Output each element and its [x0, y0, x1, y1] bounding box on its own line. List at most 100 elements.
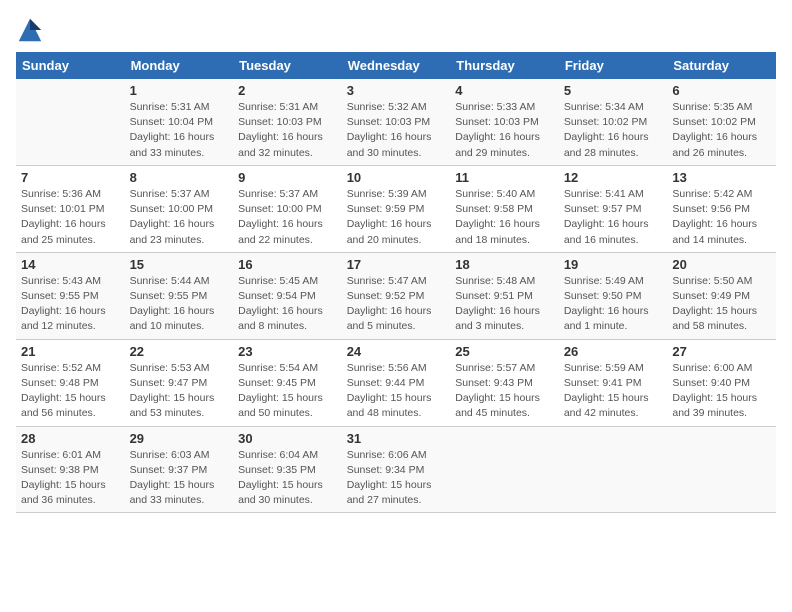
day-info: Sunrise: 6:03 AM Sunset: 9:37 PM Dayligh…: [130, 448, 229, 509]
day-info: Sunrise: 5:44 AM Sunset: 9:55 PM Dayligh…: [130, 274, 229, 335]
day-number: 9: [238, 170, 337, 185]
day-number: 12: [564, 170, 663, 185]
day-cell: 4 Sunrise: 5:33 AM Sunset: 10:03 PM Dayli…: [450, 79, 559, 165]
day-cell: 19 Sunrise: 5:49 AM Sunset: 9:50 PM Dayli…: [559, 252, 668, 339]
day-cell: 2 Sunrise: 5:31 AM Sunset: 10:03 PM Dayli…: [233, 79, 342, 165]
day-info: Sunrise: 5:35 AM Sunset: 10:02 PM Daylig…: [672, 100, 771, 161]
day-info: Sunrise: 5:56 AM Sunset: 9:44 PM Dayligh…: [347, 361, 446, 422]
day-number: 26: [564, 344, 663, 359]
col-header-sunday: Sunday: [16, 52, 125, 79]
day-number: 31: [347, 431, 446, 446]
day-info: Sunrise: 5:50 AM Sunset: 9:49 PM Dayligh…: [672, 274, 771, 335]
day-number: 2: [238, 83, 337, 98]
day-cell: 20 Sunrise: 5:50 AM Sunset: 9:49 PM Dayli…: [667, 252, 776, 339]
day-info: Sunrise: 5:43 AM Sunset: 9:55 PM Dayligh…: [21, 274, 120, 335]
day-info: Sunrise: 5:53 AM Sunset: 9:47 PM Dayligh…: [130, 361, 229, 422]
day-info: Sunrise: 5:31 AM Sunset: 10:04 PM Daylig…: [130, 100, 229, 161]
day-cell: 27 Sunrise: 6:00 AM Sunset: 9:40 PM Dayli…: [667, 339, 776, 426]
day-cell: 22Sunrise: 5:53 AM Sunset: 9:47 PM Dayli…: [125, 339, 234, 426]
day-cell: [450, 426, 559, 513]
day-cell: 10Sunrise: 5:39 AM Sunset: 9:59 PM Dayli…: [342, 165, 451, 252]
day-cell: 9 Sunrise: 5:37 AM Sunset: 10:00 PM Dayli…: [233, 165, 342, 252]
day-number: 17: [347, 257, 446, 272]
day-cell: [667, 426, 776, 513]
day-cell: 26 Sunrise: 5:59 AM Sunset: 9:41 PM Dayli…: [559, 339, 668, 426]
day-number: 18: [455, 257, 554, 272]
day-cell: 25Sunrise: 5:57 AM Sunset: 9:43 PM Dayli…: [450, 339, 559, 426]
day-cell: 7 Sunrise: 5:36 AM Sunset: 10:01 PM Dayli…: [16, 165, 125, 252]
day-number: 14: [21, 257, 120, 272]
day-info: Sunrise: 5:37 AM Sunset: 10:00 PM Daylig…: [238, 187, 337, 248]
day-info: Sunrise: 6:00 AM Sunset: 9:40 PM Dayligh…: [672, 361, 771, 422]
day-info: Sunrise: 5:37 AM Sunset: 10:00 PM Daylig…: [130, 187, 229, 248]
page-header: [16, 16, 776, 44]
col-header-saturday: Saturday: [667, 52, 776, 79]
day-cell: 18 Sunrise: 5:48 AM Sunset: 9:51 PM Dayli…: [450, 252, 559, 339]
day-cell: 14 Sunrise: 5:43 AM Sunset: 9:55 PM Dayli…: [16, 252, 125, 339]
day-cell: [559, 426, 668, 513]
logo-icon: [16, 16, 44, 44]
week-row-5: 28Sunrise: 6:01 AM Sunset: 9:38 PM Dayli…: [16, 426, 776, 513]
day-number: 23: [238, 344, 337, 359]
week-row-2: 7 Sunrise: 5:36 AM Sunset: 10:01 PM Dayli…: [16, 165, 776, 252]
day-cell: 30 Sunrise: 6:04 AM Sunset: 9:35 PM Dayli…: [233, 426, 342, 513]
day-cell: 17 Sunrise: 5:47 AM Sunset: 9:52 PM Dayli…: [342, 252, 451, 339]
day-info: Sunrise: 5:31 AM Sunset: 10:03 PM Daylig…: [238, 100, 337, 161]
day-number: 20: [672, 257, 771, 272]
day-cell: 8 Sunrise: 5:37 AM Sunset: 10:00 PM Dayli…: [125, 165, 234, 252]
day-info: Sunrise: 5:59 AM Sunset: 9:41 PM Dayligh…: [564, 361, 663, 422]
day-number: 27: [672, 344, 771, 359]
day-number: 15: [130, 257, 229, 272]
logo: [16, 16, 48, 44]
day-info: Sunrise: 5:34 AM Sunset: 10:02 PM Daylig…: [564, 100, 663, 161]
day-number: 13: [672, 170, 771, 185]
day-number: 10: [347, 170, 446, 185]
week-row-1: 1 Sunrise: 5:31 AM Sunset: 10:04 PM Dayli…: [16, 79, 776, 165]
day-number: 5: [564, 83, 663, 98]
day-info: Sunrise: 5:36 AM Sunset: 10:01 PM Daylig…: [21, 187, 120, 248]
day-info: Sunrise: 5:42 AM Sunset: 9:56 PM Dayligh…: [672, 187, 771, 248]
day-cell: [16, 79, 125, 165]
day-info: Sunrise: 5:47 AM Sunset: 9:52 PM Dayligh…: [347, 274, 446, 335]
day-cell: 21 Sunrise: 5:52 AM Sunset: 9:48 PM Dayli…: [16, 339, 125, 426]
day-number: 30: [238, 431, 337, 446]
day-number: 16: [238, 257, 337, 272]
day-number: 6: [672, 83, 771, 98]
day-cell: 15 Sunrise: 5:44 AM Sunset: 9:55 PM Dayli…: [125, 252, 234, 339]
col-header-wednesday: Wednesday: [342, 52, 451, 79]
day-info: Sunrise: 5:45 AM Sunset: 9:54 PM Dayligh…: [238, 274, 337, 335]
day-number: 25: [455, 344, 554, 359]
day-number: 24: [347, 344, 446, 359]
col-header-monday: Monday: [125, 52, 234, 79]
day-info: Sunrise: 5:33 AM Sunset: 10:03 PM Daylig…: [455, 100, 554, 161]
day-number: 7: [21, 170, 120, 185]
day-cell: 11 Sunrise: 5:40 AM Sunset: 9:58 PM Dayli…: [450, 165, 559, 252]
day-number: 21: [21, 344, 120, 359]
col-header-tuesday: Tuesday: [233, 52, 342, 79]
col-header-thursday: Thursday: [450, 52, 559, 79]
day-number: 8: [130, 170, 229, 185]
day-number: 1: [130, 83, 229, 98]
day-cell: 6 Sunrise: 5:35 AM Sunset: 10:02 PM Dayli…: [667, 79, 776, 165]
day-number: 3: [347, 83, 446, 98]
day-info: Sunrise: 5:32 AM Sunset: 10:03 PM Daylig…: [347, 100, 446, 161]
day-cell: 28Sunrise: 6:01 AM Sunset: 9:38 PM Dayli…: [16, 426, 125, 513]
day-cell: 24 Sunrise: 5:56 AM Sunset: 9:44 PM Dayli…: [342, 339, 451, 426]
day-cell: 29Sunrise: 6:03 AM Sunset: 9:37 PM Dayli…: [125, 426, 234, 513]
day-info: Sunrise: 6:06 AM Sunset: 9:34 PM Dayligh…: [347, 448, 446, 509]
day-info: Sunrise: 5:40 AM Sunset: 9:58 PM Dayligh…: [455, 187, 554, 248]
week-row-3: 14 Sunrise: 5:43 AM Sunset: 9:55 PM Dayli…: [16, 252, 776, 339]
day-info: Sunrise: 5:48 AM Sunset: 9:51 PM Dayligh…: [455, 274, 554, 335]
col-header-friday: Friday: [559, 52, 668, 79]
day-info: Sunrise: 5:52 AM Sunset: 9:48 PM Dayligh…: [21, 361, 120, 422]
day-cell: 31 Sunrise: 6:06 AM Sunset: 9:34 PM Dayli…: [342, 426, 451, 513]
day-info: Sunrise: 5:54 AM Sunset: 9:45 PM Dayligh…: [238, 361, 337, 422]
day-number: 4: [455, 83, 554, 98]
day-info: Sunrise: 5:49 AM Sunset: 9:50 PM Dayligh…: [564, 274, 663, 335]
day-cell: 16 Sunrise: 5:45 AM Sunset: 9:54 PM Dayli…: [233, 252, 342, 339]
day-cell: 3 Sunrise: 5:32 AM Sunset: 10:03 PM Dayli…: [342, 79, 451, 165]
day-info: Sunrise: 6:04 AM Sunset: 9:35 PM Dayligh…: [238, 448, 337, 509]
day-number: 11: [455, 170, 554, 185]
header-row: SundayMondayTuesdayWednesdayThursdayFrid…: [16, 52, 776, 79]
day-number: 19: [564, 257, 663, 272]
